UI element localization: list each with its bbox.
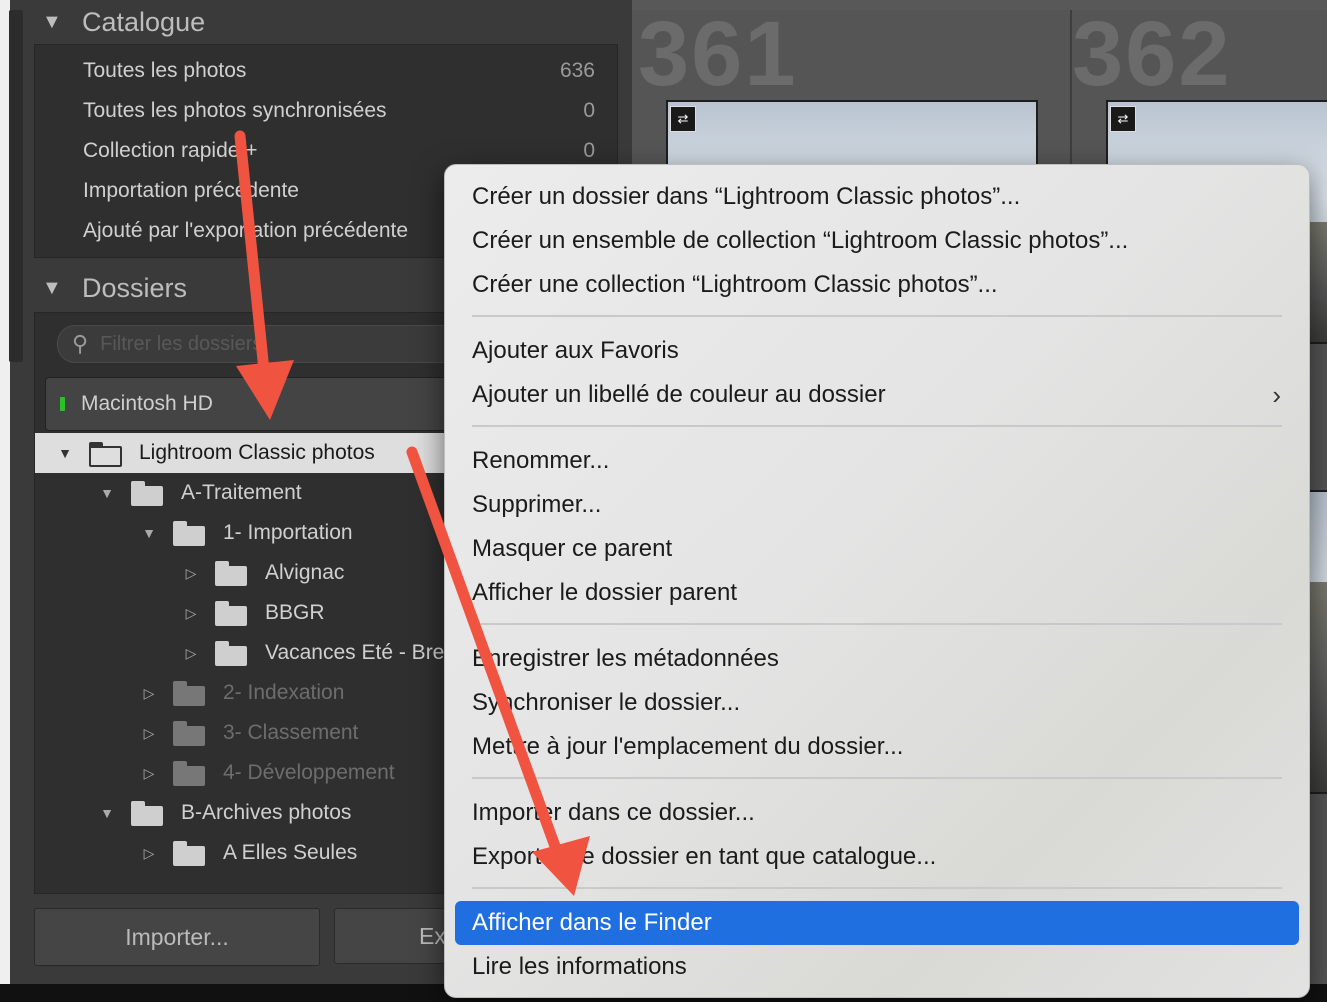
- disclosure-triangle-icon[interactable]: ▷: [181, 565, 201, 582]
- folder-label: BBGR: [265, 601, 325, 624]
- menu-item-show-parent[interactable]: Afficher le dossier parent: [455, 571, 1299, 615]
- context-menu: Créer un dossier dans “Lightroom Classic…: [444, 164, 1310, 998]
- menu-item-export-catalog[interactable]: Exporter ce dossier en tant que catalogu…: [455, 835, 1299, 879]
- disclosure-triangle-icon[interactable]: ▼: [55, 445, 75, 461]
- folder-label: 2- Indexation: [223, 681, 345, 704]
- folder-icon: [215, 641, 249, 666]
- folder-icon: [131, 481, 165, 506]
- menu-separator: [472, 623, 1282, 625]
- menu-item-save-metadata[interactable]: Enregistrer les métadonnées: [455, 637, 1299, 681]
- folder-icon: [173, 841, 207, 866]
- folder-icon: [173, 521, 207, 546]
- menu-item-create-collection-set[interactable]: Créer un ensemble de collection “Lightro…: [455, 219, 1299, 263]
- menu-item-import-into[interactable]: Importer dans ce dossier...: [455, 791, 1299, 835]
- menu-item-get-info[interactable]: Lire les informations: [455, 945, 1299, 989]
- folder-label: B-Archives photos: [181, 801, 352, 824]
- filter-placeholder: Filtrer les dossiers: [100, 332, 263, 355]
- disclosure-triangle-icon[interactable]: ▼: [97, 485, 117, 501]
- folder-icon: [173, 721, 207, 746]
- menu-separator: [472, 425, 1282, 427]
- sync-arrows-icon: ⇄: [1110, 106, 1136, 132]
- menu-separator: [472, 777, 1282, 779]
- menu-item-label: Ajouter un libellé de couleur au dossier: [472, 381, 886, 408]
- menu-item-rename[interactable]: Renommer...: [455, 439, 1299, 483]
- folder-icon: [215, 601, 249, 626]
- import-button[interactable]: Importer...: [34, 908, 320, 966]
- menu-item-show-in-finder[interactable]: Afficher dans le Finder: [455, 901, 1299, 945]
- disclosure-triangle-icon[interactable]: ▷: [139, 845, 159, 862]
- submenu-chevron-icon: ›: [1272, 379, 1281, 410]
- folder-icon: [173, 761, 207, 786]
- disclosure-triangle-icon[interactable]: ▷: [181, 605, 201, 622]
- volume-label: Macintosh HD: [81, 392, 213, 415]
- menu-item-create-collection[interactable]: Créer une collection “Lightroom Classic …: [455, 263, 1299, 307]
- menu-separator: [472, 887, 1282, 889]
- catalog-item-synced[interactable]: Toutes les photos synchronisées 0: [83, 91, 595, 131]
- catalog-item-label: Toutes les photos: [83, 59, 247, 82]
- folder-label: 4- Développement: [223, 761, 395, 784]
- folder-label: Alvignac: [265, 561, 345, 584]
- catalog-item-count: 0: [583, 99, 595, 122]
- panel-scrollbar[interactable]: [9, 10, 23, 362]
- folder-label: A Elles Seules: [223, 841, 358, 864]
- disclosure-triangle-icon[interactable]: ▼: [97, 805, 117, 821]
- disclosure-triangle-icon[interactable]: ▷: [181, 645, 201, 662]
- disclosure-triangle-icon[interactable]: ▷: [139, 685, 159, 702]
- menu-item-create-folder[interactable]: Créer un dossier dans “Lightroom Classic…: [455, 175, 1299, 219]
- menu-item-synchronize[interactable]: Synchroniser le dossier...: [455, 681, 1299, 725]
- folder-icon: [131, 801, 165, 826]
- cell-index-number: 361: [638, 10, 798, 105]
- catalog-item-label: Collection rapide +: [83, 139, 258, 162]
- cell-index-number: 362: [1072, 10, 1232, 105]
- folders-title: Dossiers: [82, 272, 188, 303]
- menu-item-delete[interactable]: Supprimer...: [455, 483, 1299, 527]
- collapse-triangle-icon[interactable]: ▼: [22, 277, 82, 300]
- catalog-item-label: Toutes les photos synchronisées: [83, 99, 387, 122]
- folder-icon: [89, 442, 123, 467]
- sync-arrows-icon: ⇄: [670, 106, 696, 132]
- folder-label: 3- Classement: [223, 721, 359, 744]
- folder-label: Vacances Eté - Bre: [265, 641, 445, 664]
- menu-item-update-location[interactable]: Mettre à jour l'emplacement du dossier..…: [455, 725, 1299, 769]
- disclosure-triangle-icon[interactable]: ▼: [139, 525, 159, 541]
- catalog-item-count: 0: [583, 139, 595, 162]
- folder-icon: [215, 561, 249, 586]
- catalog-item-all-photos[interactable]: Toutes les photos 636: [83, 51, 595, 91]
- catalog-item-label: Ajouté par l'exportation précédente: [83, 219, 409, 242]
- folder-icon: [173, 681, 207, 706]
- disclosure-triangle-icon[interactable]: ▷: [139, 725, 159, 742]
- catalog-item-count: 636: [559, 59, 595, 82]
- catalog-item-label: Importation précédente: [83, 179, 299, 202]
- catalog-header[interactable]: ▼ Catalogue: [22, 2, 205, 42]
- folders-header[interactable]: ▼ Dossiers: [22, 268, 187, 308]
- volume-status-icon: [60, 397, 65, 411]
- menu-item-add-favorites[interactable]: Ajouter aux Favoris: [455, 329, 1299, 373]
- menu-separator: [472, 315, 1282, 317]
- folder-label: Lightroom Classic photos: [139, 441, 375, 464]
- menu-item-hide-parent[interactable]: Masquer ce parent: [455, 527, 1299, 571]
- search-icon: ⚲: [72, 331, 89, 356]
- catalog-title: Catalogue: [82, 6, 206, 37]
- folder-label: 1- Importation: [223, 521, 353, 544]
- collapse-triangle-icon[interactable]: ▼: [22, 11, 82, 34]
- disclosure-triangle-icon[interactable]: ▷: [139, 765, 159, 782]
- menu-item-color-label[interactable]: Ajouter un libellé de couleur au dossier…: [455, 373, 1299, 417]
- folder-label: A-Traitement: [181, 481, 302, 504]
